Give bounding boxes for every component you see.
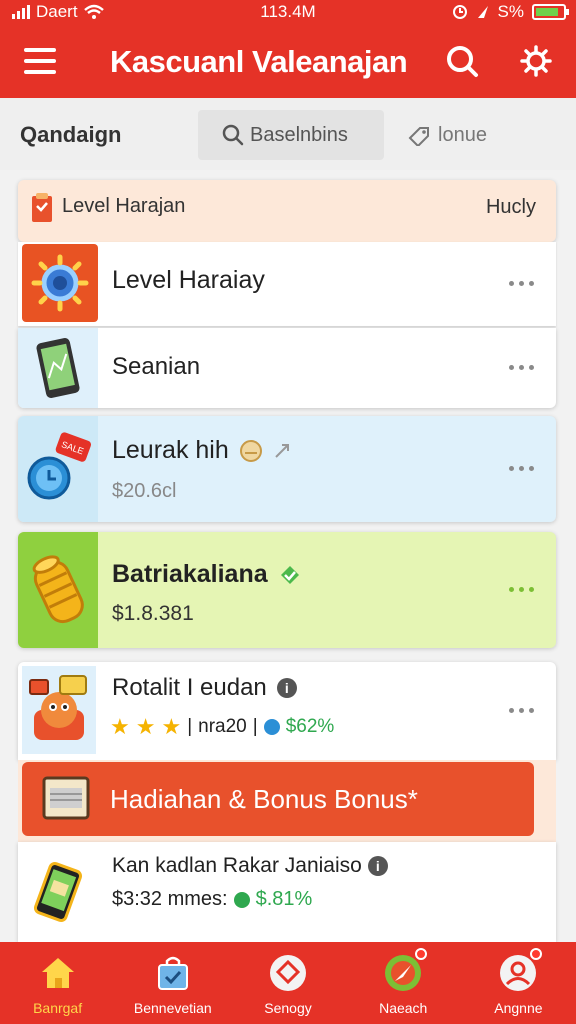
list-item[interactable]: Rotalit I eudan i ★ ★ ★ | nra20 | $62% [18,662,556,760]
item-name: Leurak hih [112,436,229,464]
item-price: $20.6cl [112,480,177,502]
home-icon [37,952,79,994]
item-name-row: Kan kadlan Rakar Janiaiso i [112,854,388,878]
nav-label: Bennevetian [133,1000,212,1016]
item-name-row: Batriakaliana [112,560,302,589]
coin-stack-icon [18,532,98,648]
phone-card-icon [18,842,98,942]
item-name: Rotalit I eudan [112,674,267,701]
more-options-icon[interactable] [509,708,534,713]
info-icon[interactable]: i [276,678,297,698]
tab-baselnbins[interactable]: Baselnbins [198,110,384,160]
list-header: Level Harajan Hucly [18,180,556,242]
list-item[interactable]: Batriakaliana $1.8.381 [18,532,556,648]
list-item[interactable]: SALE Leurak hih $20.6cl [18,416,556,522]
promo-text: Hadiahan & Bonus Bonus* [110,784,418,814]
nav-item-naeach[interactable]: Naeach [346,942,461,1024]
page-title: Kascuanl Valeanajan [110,44,408,79]
tab-bar: Qandaign Baselnbins lonue [0,98,576,170]
tab-label: Baselnbins [250,123,348,146]
item-name: Seanian [112,353,201,380]
check-icon [233,891,250,908]
nav-item-angnne[interactable]: Angnne [461,942,576,1024]
more-options-icon[interactable] [509,587,534,592]
alarm-icon [452,5,467,19]
tab-qandaign[interactable]: Qandaign [20,110,121,160]
clipboard-icon [32,193,52,222]
list-item[interactable]: Level Haraiay [18,242,556,326]
notification-badge [530,948,543,960]
more-options-icon[interactable] [509,466,534,471]
divider: | [187,716,193,737]
app-bar: Kascuanl Valeanajan [0,24,576,98]
check-badge-icon [280,565,299,584]
promo-banner-container: Hadiahan & Bonus Bonus* [18,760,556,842]
item-name-row: Leurak hih [112,436,291,465]
status-bar: Daert 113.4M S% [0,0,576,24]
promo-banner[interactable]: Hadiahan & Bonus Bonus* [22,762,534,836]
search-icon[interactable] [445,44,479,78]
nav-item-bennevetian[interactable]: Bennevetian [115,942,230,1024]
notification-badge [414,948,427,960]
gift-card-icon [42,774,90,824]
star-icon: ★ [135,714,156,739]
nav-label: Naeach [379,1000,428,1016]
item-name: Batriakaliana [112,560,268,588]
cartoon-character-icon [22,666,96,754]
more-options-icon[interactable] [509,281,534,286]
tab-label: Qandaign [20,122,122,147]
star-icon: ★ [161,714,182,739]
item-name-row: Rotalit I eudan i [112,674,297,702]
tab-label: lonue [438,123,487,146]
divider: | [252,716,258,737]
item-price: $1.8.381 [112,602,194,625]
pin-icon [275,443,289,458]
more-options-icon[interactable] [509,365,534,370]
list-item[interactable]: Seanian [18,328,556,408]
location-icon [477,6,488,18]
clock-tag-icon: SALE [18,416,98,522]
item-discount: $62% [285,716,335,737]
phone-map-icon [18,328,98,408]
list-header-label: Level Harajan [62,195,186,217]
battery-percent: S% [497,2,524,21]
coin-icon [239,439,262,462]
list-item[interactable]: Kan kadlan Rakar Janiaiso i $3:32 mmes: … [18,842,556,942]
shopping-bag-icon [152,952,194,994]
item-price: $3:32 mmes: [112,888,228,910]
item-name: Level Haraiay [112,266,265,294]
gear-badge-icon [22,244,98,322]
item-name: Kan kadlan Rakar Janiaiso [112,854,362,877]
item-rating-text: nra20 [198,716,247,737]
menu-icon[interactable] [24,48,56,74]
star-icon: ★ [110,714,130,739]
chat-icon [267,952,309,994]
gear-icon[interactable] [519,44,553,78]
battery-icon [532,4,569,20]
item-discount: $.81% [255,888,313,910]
nav-item-banrgaf[interactable]: Banrgaf [0,942,115,1024]
info-icon[interactable]: i [367,856,388,876]
verified-icon [263,719,280,735]
nav-label: Banrgaf [33,1000,83,1016]
item-meta: $3:32 mmes: $.81% [112,888,312,911]
tag-icon [408,127,429,146]
search-icon [222,124,244,146]
nav-label: Senogy [264,1000,312,1016]
item-meta: ★ ★ ★ | nra20 | $62% [110,714,334,740]
nav-item-senogy[interactable]: Senogy [230,942,345,1024]
nav-label: Angnne [494,1000,543,1016]
bottom-navigation: Banrgaf Bennevetian Senogy Naeach Angnne [0,942,576,1024]
list-header-right[interactable]: Hucly [486,196,536,219]
tab-lonue[interactable]: lonue [408,110,487,160]
